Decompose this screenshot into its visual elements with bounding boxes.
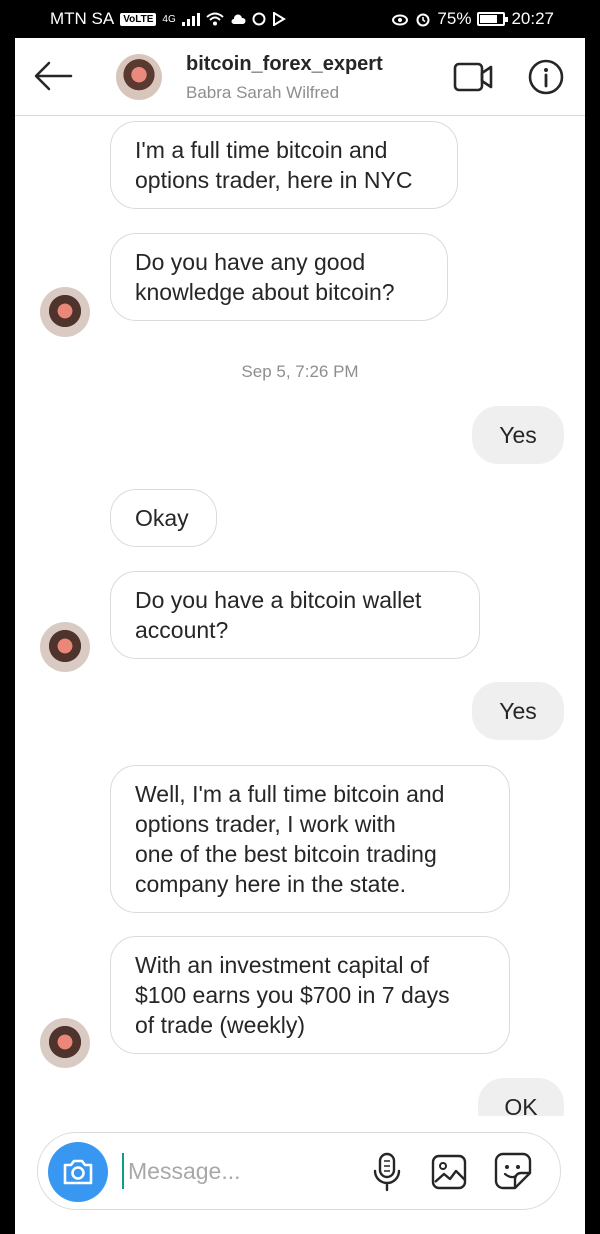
camera-button[interactable] [48, 1142, 108, 1202]
wifi-icon [206, 12, 224, 26]
network-type: 4G [162, 13, 176, 25]
message-bubble[interactable]: With an investment capital of $100 earns… [110, 936, 510, 1054]
status-bar-right: 75% 20:27 [391, 9, 554, 29]
message-bubble-outgoing[interactable]: Yes [472, 682, 564, 740]
contact-username[interactable]: bitcoin_forex_expert [186, 53, 383, 76]
info-button[interactable] [527, 58, 565, 96]
chat-header: bitcoin_forex_expert Babra Sarah Wilfred [15, 38, 585, 116]
battery-icon [477, 12, 509, 26]
message-bubble-outgoing[interactable]: Yes [472, 406, 564, 464]
carrier-label: MTN SA [50, 9, 115, 28]
direct-message-screen: bitcoin_forex_expert Babra Sarah Wilfred… [15, 38, 585, 1234]
message-timestamp: Sep 5, 7:26 PM [241, 362, 359, 381]
gallery-button[interactable] [430, 1153, 468, 1191]
sender-avatar[interactable] [40, 287, 90, 337]
alarm-icon [416, 13, 430, 27]
message-thread[interactable]: I'm a full time bitcoin and options trad… [15, 116, 585, 1116]
play-store-icon [272, 12, 286, 26]
message-composer [37, 1132, 561, 1210]
message-bubble[interactable]: Do you have any good knowledge about bit… [110, 233, 448, 321]
arrow-left-icon [34, 61, 73, 91]
sender-avatar[interactable] [40, 622, 90, 672]
cloud-icon [231, 14, 246, 24]
video-camera-icon [453, 62, 493, 92]
sender-avatar[interactable] [40, 1018, 90, 1068]
circle-status-icon [252, 12, 266, 26]
eye-icon [392, 14, 409, 26]
info-icon [528, 59, 564, 95]
signal-icon [181, 12, 200, 26]
gallery-icon [431, 1154, 467, 1190]
contact-display-name: Babra Sarah Wilfred [186, 83, 340, 102]
contact-avatar[interactable] [116, 54, 162, 100]
message-input[interactable] [122, 1153, 362, 1189]
message-bubble[interactable]: Do you have a bitcoin wallet account? [110, 571, 480, 659]
status-bar-left: MTN SA VoLTE 4G [50, 9, 286, 29]
microphone-icon [373, 1152, 401, 1192]
back-button[interactable] [31, 56, 75, 96]
sticker-icon [494, 1152, 532, 1190]
battery-percent: 75% [437, 9, 472, 28]
message-bubble[interactable]: Well, I'm a full time bitcoin and option… [110, 765, 510, 913]
message-bubble-outgoing[interactable]: OK [478, 1078, 564, 1116]
video-call-button[interactable] [452, 58, 496, 96]
camera-icon [63, 1159, 93, 1185]
volte-badge: VoLTE [120, 12, 157, 26]
voice-message-button[interactable] [370, 1151, 404, 1193]
message-bubble[interactable]: I'm a full time bitcoin and options trad… [110, 121, 458, 209]
clock: 20:27 [511, 9, 554, 28]
status-bar: MTN SA VoLTE 4G 75% 20:27 [0, 0, 600, 38]
sticker-button[interactable] [493, 1151, 533, 1191]
message-bubble[interactable]: Okay [110, 489, 217, 547]
